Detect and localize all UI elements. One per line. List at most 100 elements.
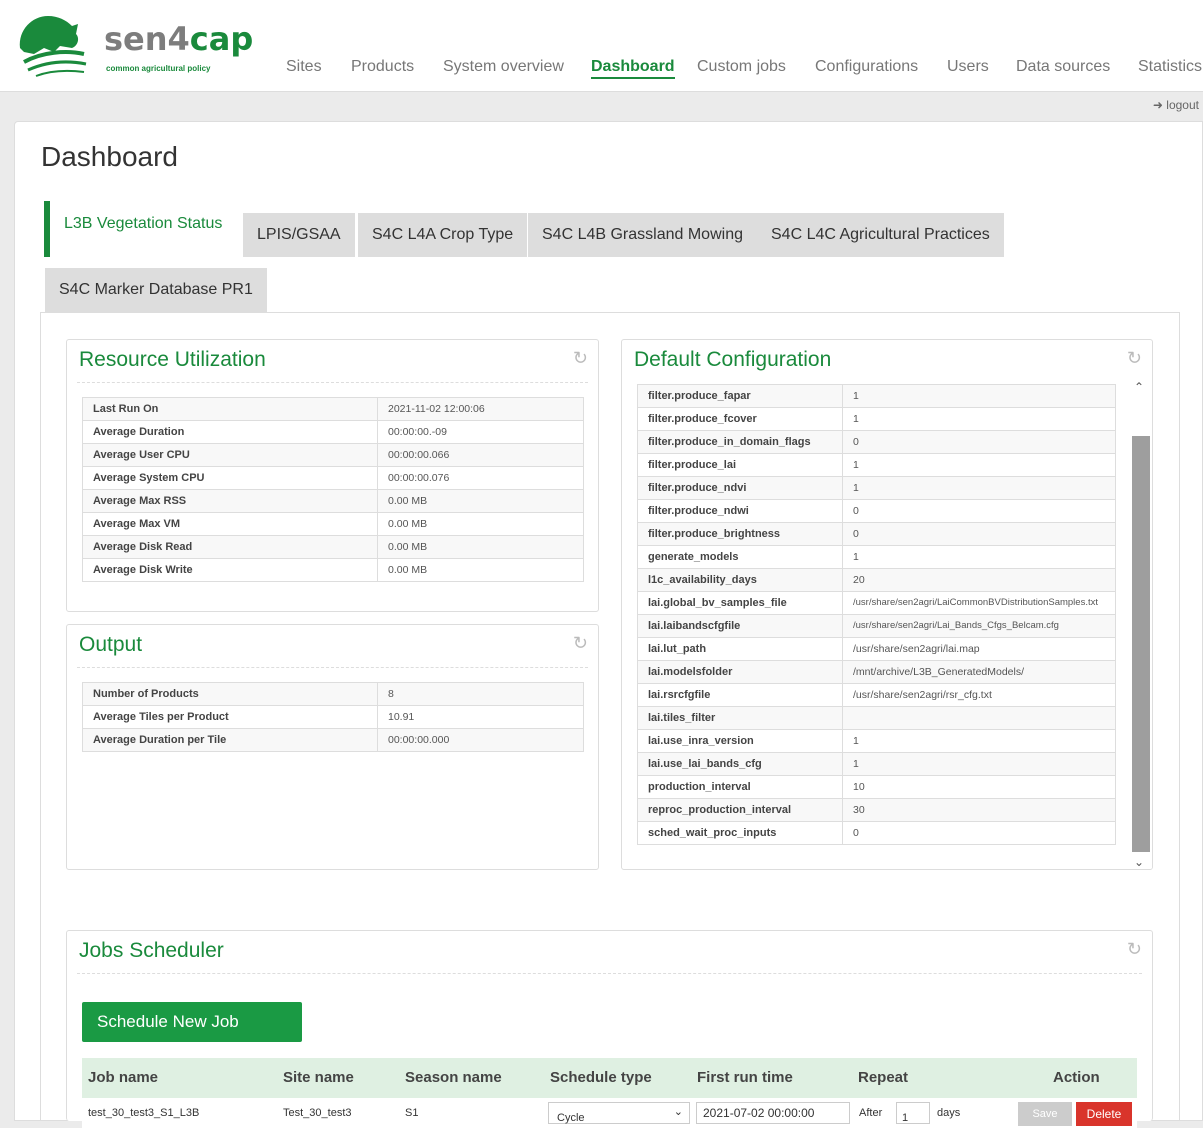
- row-key: Average Duration: [82, 420, 378, 444]
- tab-s4c-marker-database[interactable]: S4C Marker Database PR1: [45, 268, 267, 312]
- logout-label: logout: [1166, 98, 1199, 112]
- nav-products[interactable]: Products: [351, 58, 414, 76]
- tab-s4c-l4a[interactable]: S4C L4A Crop Type: [358, 213, 528, 257]
- row-key: lai.laibandscfgfile: [637, 614, 843, 638]
- logout-icon: ➜: [1152, 98, 1163, 112]
- row-key: lai.tiles_filter: [637, 706, 843, 730]
- table-row: Average Duration 00:00:00.-09: [82, 420, 584, 444]
- row-key: filter.produce_fapar: [637, 384, 843, 408]
- row-key: Average Max RSS: [82, 489, 378, 513]
- tab-lpis-gsaa[interactable]: LPIS/GSAA: [243, 213, 355, 257]
- table-row: production_interval 10: [637, 775, 1116, 799]
- table-row: Average Duration per Tile 00:00:00.000: [82, 728, 584, 752]
- row-key: filter.produce_fcover: [637, 407, 843, 431]
- config-scrollbar[interactable]: ⌃ ⌄: [1130, 380, 1152, 869]
- row-value: 0.00 MB: [377, 558, 584, 582]
- row-value: 30: [842, 798, 1116, 822]
- row-value: 0.00 MB: [377, 535, 584, 559]
- row-key: Average Disk Write: [82, 558, 378, 582]
- row-key: Average System CPU: [82, 466, 378, 490]
- tab-s4c-l4c[interactable]: S4C L4C Agricultural Practices: [757, 213, 1004, 257]
- season-name: S1: [405, 1107, 419, 1119]
- row-key: lai.rsrcfgfile: [637, 683, 843, 707]
- nav-data-sources[interactable]: Data sources: [1016, 58, 1110, 76]
- row-value: 00:00:00.-09: [377, 420, 584, 444]
- row-value: 00:00:00.066: [377, 443, 584, 467]
- row-key: filter.produce_lai: [637, 453, 843, 477]
- refresh-icon[interactable]: ↻: [573, 348, 588, 369]
- row-value: 00:00:00.076: [377, 466, 584, 490]
- row-value: /mnt/archive/L3B_GeneratedModels/: [842, 660, 1116, 684]
- table-row: Average System CPU 00:00:00.076: [82, 466, 584, 490]
- table-row: Average Max RSS 0.00 MB: [82, 489, 584, 513]
- nav-dashboard[interactable]: Dashboard: [591, 58, 675, 79]
- delete-button[interactable]: Delete: [1076, 1102, 1132, 1126]
- table-row: lai.laibandscfgfile/usr/share/sen2agri/L…: [637, 614, 1116, 638]
- row-value: 2021-11-02 12:00:06: [377, 397, 584, 421]
- table-row: filter.produce_in_domain_flags 0: [637, 430, 1116, 454]
- row-value: 0: [842, 522, 1116, 546]
- row-value: 10: [842, 775, 1116, 799]
- table-row: Average Max VM 0.00 MB: [82, 512, 584, 536]
- table-row: Average Disk Read 0.00 MB: [82, 535, 584, 559]
- col-season-name: Season name: [405, 1069, 502, 1086]
- row-value: 00:00:00.000: [377, 728, 584, 752]
- refresh-icon[interactable]: ↻: [573, 633, 588, 654]
- refresh-icon[interactable]: ↻: [1127, 939, 1142, 960]
- nav-sites[interactable]: Sites: [286, 58, 322, 76]
- nav-users[interactable]: Users: [947, 58, 989, 76]
- nav-custom-jobs[interactable]: Custom jobs: [697, 58, 786, 76]
- table-row: lai.rsrcfgfile/usr/share/sen2agri/rsr_cf…: [637, 683, 1116, 707]
- table-row: lai.global_bv_samples_file/usr/share/sen…: [637, 591, 1116, 615]
- row-value: 0: [842, 821, 1116, 845]
- row-value: 0: [842, 430, 1116, 454]
- col-job-name: Job name: [88, 1069, 159, 1086]
- scroll-thumb[interactable]: [1132, 436, 1150, 852]
- row-value: [842, 706, 1116, 730]
- row-key: Average User CPU: [82, 443, 378, 467]
- table-row: Average Disk Write 0.00 MB: [82, 558, 584, 582]
- divider: [77, 382, 588, 383]
- table-row: filter.produce_ndwi 0: [637, 499, 1116, 523]
- row-key: filter.produce_in_domain_flags: [637, 430, 843, 454]
- table-row: Last Run On 2021-11-02 12:00:06: [82, 397, 584, 421]
- row-value: 1: [842, 545, 1116, 569]
- schedule-type-value: Cycle: [557, 1112, 585, 1124]
- row-key: filter.produce_ndwi: [637, 499, 843, 523]
- nav-configurations[interactable]: Configurations: [815, 58, 918, 76]
- schedule-new-job-button[interactable]: Schedule New Job: [82, 1002, 302, 1042]
- col-first-run-time: First run time: [697, 1069, 793, 1086]
- row-key: lai.use_lai_bands_cfg: [637, 752, 843, 776]
- save-button[interactable]: Save: [1018, 1102, 1072, 1126]
- jobs-scheduler-title: Jobs Scheduler: [79, 939, 224, 962]
- table-row: lai.tiles_filter: [637, 706, 1116, 730]
- table-row: filter.produce_ndvi 1: [637, 476, 1116, 500]
- row-value: 1: [842, 729, 1116, 753]
- table-row: lai.use_inra_version 1: [637, 729, 1116, 753]
- config-table: filter.produce_fapar 1 filter.produce_fcov…: [637, 384, 1116, 845]
- tab-l3b-vegetation-status[interactable]: L3B Vegetation Status: [44, 201, 237, 257]
- row-key: generate_models: [637, 545, 843, 569]
- output-box: Output ↻ Number of Products 8 Average Tile…: [66, 624, 599, 870]
- table-row: l1c_availability_days 20: [637, 568, 1116, 592]
- logout-link[interactable]: ➜ logout: [1153, 98, 1199, 112]
- refresh-icon[interactable]: ↻: [1127, 348, 1142, 369]
- row-key: Last Run On: [82, 397, 378, 421]
- resource-utilization-box: Resource Utilization ↻ Last Run On 2021-1…: [66, 339, 599, 612]
- nav-statistics[interactable]: Statistics: [1138, 58, 1202, 76]
- resource-table: Last Run On 2021-11-02 12:00:06 Average Du…: [82, 397, 584, 582]
- repeat-suffix: days: [937, 1107, 961, 1119]
- col-repeat: Repeat: [858, 1069, 909, 1086]
- nav-system-overview[interactable]: System overview: [443, 58, 564, 76]
- default-configuration-box: Default Configuration ↻ filter.produce_f…: [621, 339, 1153, 870]
- resource-utilization-title: Resource Utilization: [79, 348, 266, 371]
- table-row: reproc_production_interval 30: [637, 798, 1116, 822]
- top-bar: sen4cap common agricultural policy Sites…: [0, 0, 1203, 92]
- divider: [77, 667, 588, 668]
- table-row: Number of Products 8: [82, 682, 584, 706]
- scroll-down-icon[interactable]: ⌄: [1134, 855, 1144, 869]
- table-row: filter.produce_fcover 1: [637, 407, 1116, 431]
- row-key: Number of Products: [82, 682, 378, 706]
- scroll-up-icon[interactable]: ⌃: [1134, 380, 1144, 394]
- tab-s4c-l4b[interactable]: S4C L4B Grassland Mowing: [528, 213, 757, 257]
